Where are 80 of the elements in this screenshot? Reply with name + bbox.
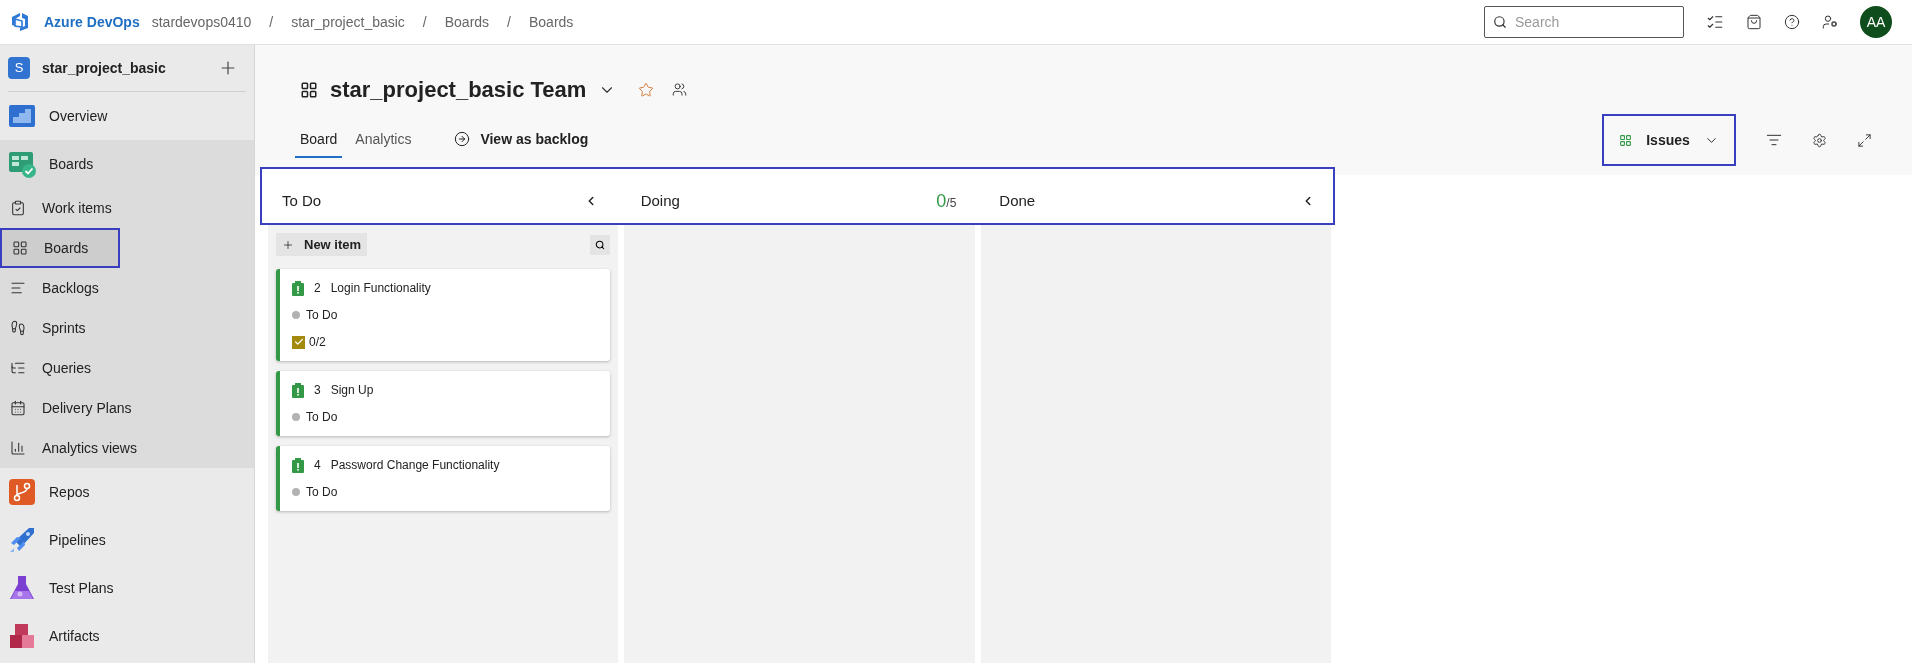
clipboard-icon <box>292 457 304 473</box>
tab[interactable]: Analytics <box>350 122 417 158</box>
filter-icon[interactable] <box>1766 132 1782 148</box>
help-icon[interactable] <box>1784 14 1800 30</box>
sidebar-item[interactable]: Test Plans <box>0 564 254 612</box>
board-icon <box>12 240 28 256</box>
search-icon <box>595 239 606 250</box>
sidebar-item[interactable]: Artifacts <box>0 612 254 660</box>
sidebar-subitem[interactable]: Queries <box>0 348 254 388</box>
search-field[interactable]: Search <box>1484 6 1684 38</box>
work-item-id: 3 <box>314 382 321 399</box>
sidebar-subitem[interactable]: Boards <box>0 228 120 268</box>
board-icon <box>1619 133 1633 147</box>
breadcrumb-separator: / <box>507 12 511 32</box>
work-item-card[interactable]: 4 Password Change Functionality To Do <box>276 446 611 511</box>
settings-icon[interactable] <box>1812 132 1827 148</box>
sidebar-subitem[interactable]: Sprints <box>0 308 254 348</box>
fullscreen-icon[interactable] <box>1857 132 1872 148</box>
user-avatar[interactable]: AA <box>1860 6 1892 38</box>
product-name[interactable]: Azure DevOps <box>44 11 140 33</box>
clipboard-icon <box>292 280 304 296</box>
task-icon <box>292 335 305 349</box>
breadcrumb-link[interactable]: stardevops0410 <box>151 11 252 33</box>
work-item-id: 2 <box>314 280 321 297</box>
wip-count: 0 <box>936 189 947 213</box>
board-check-icon <box>7 149 37 179</box>
work-item-id: 4 <box>314 457 321 474</box>
search-icon <box>1493 15 1507 29</box>
work-item-card[interactable]: 3 Sign Up To Do <box>276 371 611 436</box>
work-item-title[interactable]: Login Functionality <box>330 279 431 297</box>
breadcrumb-link[interactable]: Boards <box>444 11 490 33</box>
sidebar-subitem[interactable]: Backlogs <box>0 268 254 308</box>
column-title: Done <box>999 190 1037 211</box>
work-item-state: To Do <box>306 409 338 426</box>
branch-icon <box>7 477 37 507</box>
user-settings-icon[interactable] <box>1822 14 1838 30</box>
column-title: To Do <box>282 190 323 211</box>
calendar-icon <box>10 400 26 416</box>
tab[interactable]: Board <box>295 122 343 158</box>
sidebar-subitem[interactable]: Work items <box>0 188 254 228</box>
board-icon <box>300 80 318 99</box>
sidebar-item[interactable]: Repos <box>0 468 254 516</box>
checklist-icon[interactable] <box>1706 13 1724 31</box>
sidebar-item[interactable]: Pipelines <box>0 516 254 564</box>
query-list-icon <box>10 360 26 376</box>
backlog-level-dropdown[interactable]: Issues <box>1602 114 1736 166</box>
wip-limit: /5 <box>946 196 957 212</box>
clipboard-icon <box>292 382 304 398</box>
breadcrumb-separator: / <box>269 12 274 32</box>
plus-icon <box>282 238 294 251</box>
project-name[interactable]: star_project_basic <box>42 57 206 79</box>
work-item-state: To Do <box>306 307 338 324</box>
work-item-card[interactable]: 2 Login Functionality To Do 0/2 <box>276 269 611 361</box>
devops-logo-icon <box>10 12 30 32</box>
arrow-circle-icon <box>454 131 471 147</box>
star-icon[interactable] <box>638 81 655 98</box>
sprint-icon <box>10 320 26 336</box>
sidebar-subitem[interactable]: Analytics views <box>0 428 254 468</box>
column-title: Doing <box>640 190 681 211</box>
bag-icon[interactable] <box>1746 14 1762 30</box>
sidebar-item[interactable]: Overview <box>0 92 254 140</box>
view-as-backlog-button[interactable]: View as backlog <box>454 122 589 158</box>
work-item-title[interactable]: Password Change Functionality <box>330 456 500 474</box>
sidebar-item[interactable]: Boards <box>0 140 254 188</box>
new-item-button[interactable]: New item <box>276 233 368 256</box>
project-avatar: S <box>8 57 30 79</box>
team-title[interactable]: star_project_basic Team <box>330 73 587 106</box>
sidebar-subitem[interactable]: Delivery Plans <box>0 388 254 428</box>
task-count: 0/2 <box>309 334 326 351</box>
analytics-icon <box>10 440 26 456</box>
clipboard-icon <box>10 200 26 216</box>
list-icon <box>10 280 26 296</box>
work-item-title[interactable]: Sign Up <box>330 381 374 399</box>
work-item-state: To Do <box>306 484 338 501</box>
breadcrumb-link[interactable]: Boards <box>529 11 574 33</box>
packages-icon <box>7 621 37 651</box>
search-button[interactable] <box>590 234 611 255</box>
team-members-icon[interactable] <box>672 82 688 97</box>
breadcrumb-separator: / <box>422 12 427 32</box>
breadcrumb-link[interactable]: star_project_basic <box>291 11 405 33</box>
